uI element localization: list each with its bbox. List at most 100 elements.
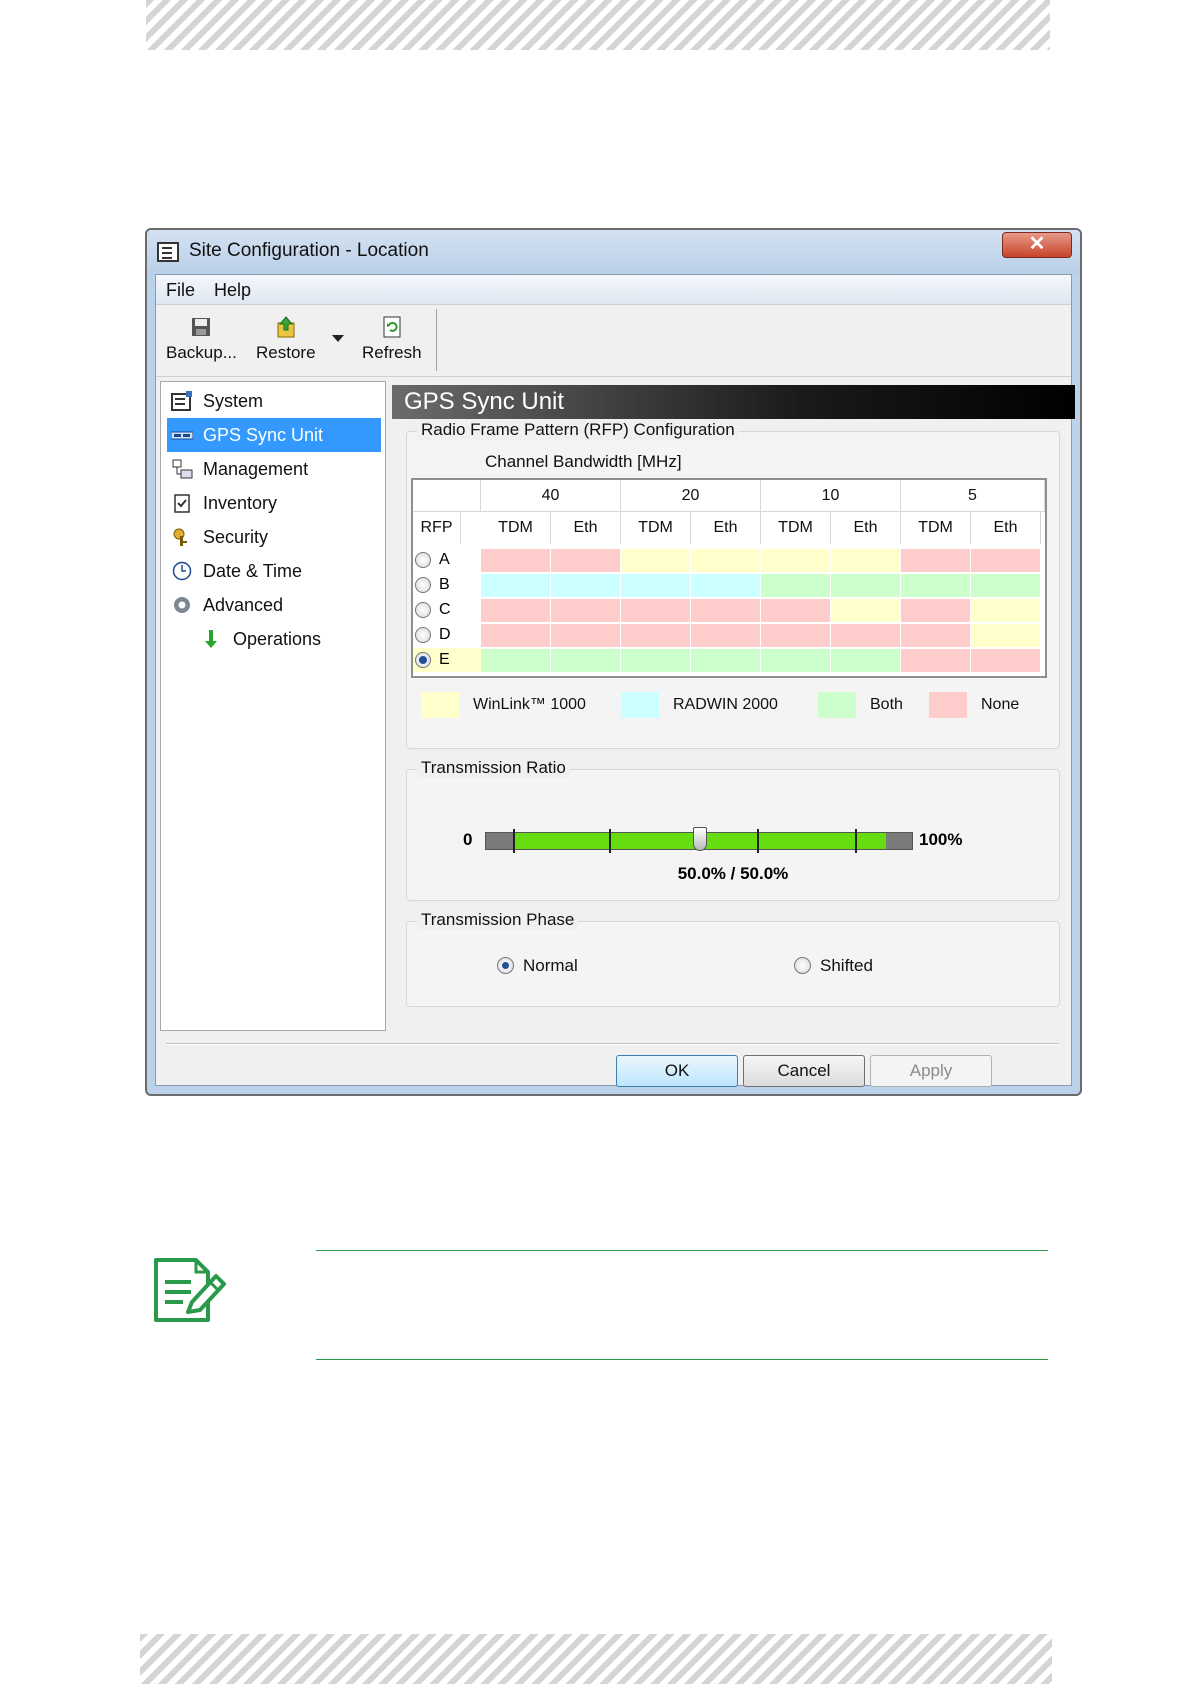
rfp-cell-none (831, 624, 901, 647)
rfp-cell-both (901, 574, 971, 597)
phase-shifted-radio[interactable] (794, 957, 811, 974)
navigation-tree: System GPS Sync Unit Management Inventor… (160, 381, 386, 1031)
tree-item-advanced[interactable]: Advanced (167, 588, 381, 622)
rfp-cell-none (761, 599, 831, 622)
arrow-down-icon (205, 630, 217, 648)
transmission-phase-group: Transmission Phase Normal Shifted (406, 910, 1060, 1007)
tree-item-security[interactable]: Security (167, 520, 381, 554)
toolbar: Backup... Restore Refresh (156, 305, 1071, 377)
rfp-cell-winlink (831, 549, 901, 572)
title-bar[interactable]: Site Configuration - Location ✕ (147, 230, 1080, 274)
rfp-cell-none (481, 599, 551, 622)
menu-help[interactable]: Help (214, 280, 251, 301)
page-footer-band (140, 1634, 1052, 1684)
panel-title: GPS Sync Unit (392, 385, 1075, 419)
rfp-row-label: B (439, 576, 450, 593)
tree-item-label: Operations (233, 629, 322, 649)
legend-swatch-none (929, 692, 967, 718)
legend-swatch-winlink (421, 692, 459, 718)
menu-file[interactable]: File (166, 280, 195, 301)
note-divider-bottom (316, 1359, 1048, 1360)
rfp-cell-none (621, 624, 691, 647)
rfp-cell-none (551, 599, 621, 622)
management-icon (172, 459, 193, 479)
rfp-cell-both (831, 574, 901, 597)
phase-normal-radio[interactable] (497, 957, 514, 974)
column-header-eth: Eth (551, 512, 621, 544)
gps-icon (171, 431, 193, 440)
backup-button[interactable]: Backup... (166, 315, 237, 363)
slider-tick (855, 829, 858, 853)
restore-label: Restore (256, 343, 316, 362)
window-title: Site Configuration - Location (189, 240, 429, 261)
rfp-row-b[interactable]: B (413, 573, 481, 597)
rfp-cell-both (481, 649, 551, 672)
restore-button[interactable]: Restore (256, 315, 316, 363)
bandwidth-header-5: 5 (901, 480, 1045, 512)
window-client: File Help Backup... Restore Refresh Syst… (155, 274, 1075, 1087)
menu-bar: File Help (156, 275, 1071, 305)
rfp-configuration-group: Radio Frame Pattern (RFP) Configuration … (406, 420, 1060, 749)
legend-label-both: Both (870, 696, 903, 713)
ok-button[interactable]: OK (616, 1055, 738, 1087)
column-header-tdm: TDM (901, 512, 971, 544)
cancel-button[interactable]: Cancel (743, 1055, 865, 1087)
channel-bandwidth-label: Channel Bandwidth [MHz] (485, 452, 682, 471)
rfp-cell-none (551, 549, 621, 572)
tree-item-label: Security (203, 527, 269, 547)
rfp-row-label: D (439, 626, 451, 643)
tree-item-inventory[interactable]: Inventory (167, 486, 381, 520)
rfp-radio[interactable] (415, 552, 431, 568)
floppy-disk-icon (192, 318, 211, 336)
rfp-cell-none (551, 624, 621, 647)
bandwidth-header-40: 40 (481, 480, 621, 512)
rfp-cell-both (691, 649, 761, 672)
inventory-icon (174, 494, 190, 513)
gear-icon (174, 597, 190, 613)
apply-button[interactable]: Apply (870, 1055, 992, 1087)
clock-icon (172, 561, 192, 581)
tree-item-date-time[interactable]: Date & Time (167, 554, 381, 588)
tree-item-management[interactable]: Management (167, 452, 381, 486)
security-icon (173, 528, 187, 546)
tree-item-operations[interactable]: Operations (167, 622, 381, 656)
page-header-band (146, 0, 1050, 50)
rfp-radio[interactable] (415, 652, 431, 668)
close-button[interactable]: ✕ (1002, 232, 1072, 258)
rfp-cell-winlink (691, 549, 761, 572)
rfp-row-label: C (439, 601, 451, 618)
rfp-cell-both (971, 574, 1041, 597)
transmission-ratio-slider[interactable] (485, 827, 913, 853)
tree-item-label: Management (203, 459, 309, 479)
restore-dropdown-arrow-icon[interactable] (332, 335, 344, 343)
tree-item-gps-sync-unit[interactable]: GPS Sync Unit (167, 418, 381, 452)
rfp-cell-none (901, 649, 971, 672)
rfp-cell-winlink (971, 599, 1041, 622)
rfp-row-d[interactable]: D (413, 623, 481, 647)
rfp-cell-none (481, 624, 551, 647)
refresh-button[interactable]: Refresh (362, 315, 422, 363)
slider-tick (756, 829, 759, 853)
slider-thumb[interactable] (693, 827, 707, 851)
rfp-radio[interactable] (415, 627, 431, 643)
legend-label-radwin: RADWIN 2000 (673, 696, 778, 713)
rfp-cell-none (761, 624, 831, 647)
rfp-table: 40 20 10 5 RFP TDM Eth TDM Eth TDM Eth TDM Eth … (411, 478, 1047, 678)
rfp-row-e[interactable]: E (413, 648, 481, 672)
rfp-radio[interactable] (415, 577, 431, 593)
legend-label-none: None (981, 696, 1020, 713)
rfp-cell-radwin (551, 574, 621, 597)
rfp-row-a[interactable]: A (413, 548, 481, 572)
bandwidth-header-10: 10 (761, 480, 901, 512)
rfp-cell-winlink (971, 624, 1041, 647)
tree-item-label: Date & Time (203, 561, 303, 581)
rfp-row-c[interactable]: C (413, 598, 481, 622)
ratio-group-title: Transmission Ratio (417, 758, 570, 778)
tree-item-system[interactable]: System (167, 384, 381, 418)
rfp-cell-both (761, 649, 831, 672)
rfp-radio[interactable] (415, 602, 431, 618)
rfp-cell-radwin (621, 574, 691, 597)
footer-separator (166, 1043, 1059, 1045)
column-header-tdm: TDM (621, 512, 691, 544)
column-header-eth: Eth (971, 512, 1041, 544)
